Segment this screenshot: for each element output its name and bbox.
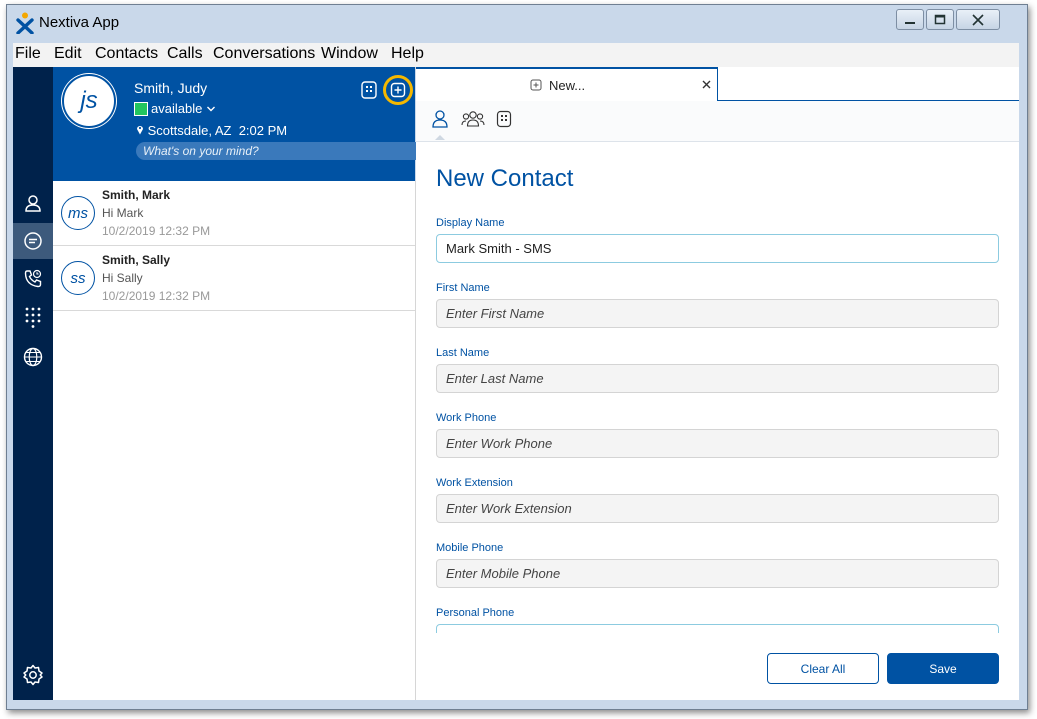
chevron-down-icon <box>206 106 215 112</box>
save-button[interactable]: Save <box>887 653 999 684</box>
contact-type-person-button[interactable] <box>430 109 450 129</box>
work-phone-field[interactable] <box>436 429 999 458</box>
last-name-label: Last Name <box>436 347 490 359</box>
status-indicator <box>134 102 148 116</box>
first-name-label: First Name <box>436 282 490 294</box>
menu-bar: File Edit Contacts Calls Conversations W… <box>13 43 1019 68</box>
mobile-phone-field[interactable] <box>436 559 999 588</box>
status-dropdown[interactable]: available <box>151 101 216 116</box>
conversation-row[interactable]: ss Smith, Sally Hi Sally 10/2/2019 12:32… <box>53 246 415 311</box>
profile-header: js Smith, Judy available Scottsdale, AZ … <box>53 67 449 181</box>
plus-square-icon <box>390 82 406 98</box>
close-icon <box>702 80 711 89</box>
maximize-icon <box>934 14 946 24</box>
building-icon <box>361 81 377 99</box>
page-title: New Contact <box>436 165 574 192</box>
location-pin-icon <box>137 126 143 135</box>
menu-help[interactable]: Help <box>391 45 424 63</box>
location-line: Scottsdale, AZ 2:02 PM <box>136 123 287 138</box>
close-icon <box>972 13 984 26</box>
tab-close-button[interactable] <box>702 76 711 93</box>
conversation-name: Smith, Mark <box>102 188 171 202</box>
work-extension-field[interactable] <box>436 494 999 523</box>
navigation-rail <box>13 67 53 700</box>
rail-contacts-button[interactable] <box>13 185 53 221</box>
menu-edit[interactable]: Edit <box>54 45 82 63</box>
phone-history-icon <box>24 269 42 288</box>
work-phone-label: Work Phone <box>436 412 497 424</box>
contact-type-bar <box>416 101 1019 142</box>
conversation-list: ms Smith, Mark Hi Mark 10/2/2019 12:32 P… <box>53 181 416 700</box>
rail-conversations-button[interactable] <box>13 223 53 259</box>
contact-editor-pane: New... New Contact Display Name First Na… <box>416 67 1019 700</box>
menu-file[interactable]: File <box>15 45 41 63</box>
last-name-field[interactable] <box>436 364 999 393</box>
menu-window[interactable]: Window <box>321 45 378 63</box>
tab-new[interactable]: New... <box>416 67 718 101</box>
conversation-name: Smith, Sally <box>102 253 171 267</box>
tab-label: New... <box>549 78 586 93</box>
clear-all-button[interactable]: Clear All <box>767 653 879 684</box>
location-text: Scottsdale, AZ <box>147 123 232 138</box>
maximize-button[interactable] <box>926 9 954 30</box>
first-name-field[interactable] <box>436 299 999 328</box>
conversation-row[interactable]: ms Smith, Mark Hi Mark 10/2/2019 12:32 P… <box>53 181 415 246</box>
close-window-button[interactable] <box>956 9 1000 30</box>
chat-bubble-icon <box>24 232 42 250</box>
window-title: Nextiva App <box>39 14 120 31</box>
avatar: ss <box>61 261 95 295</box>
display-name-label: Display Name <box>436 217 505 229</box>
avatar[interactable]: js <box>64 76 114 126</box>
profile-name: Smith, Judy <box>134 80 208 96</box>
work-extension-label: Work Extension <box>436 477 513 489</box>
rail-settings-button[interactable] <box>13 657 53 693</box>
conversation-time: 10/2/2019 12:32 PM <box>102 289 211 303</box>
group-icon <box>461 111 485 127</box>
person-icon <box>432 110 448 128</box>
menu-conversations[interactable]: Conversations <box>213 45 315 63</box>
gear-icon <box>23 664 43 686</box>
menu-calls[interactable]: Calls <box>167 45 203 63</box>
minimize-button[interactable] <box>896 9 924 30</box>
local-time: 2:02 PM <box>238 123 288 138</box>
rail-dialpad-button[interactable] <box>13 299 53 335</box>
plus-square-icon <box>530 79 542 91</box>
rail-web-button[interactable] <box>13 339 53 375</box>
personal-phone-label: Personal Phone <box>436 607 515 619</box>
contact-type-group-button[interactable] <box>461 109 485 129</box>
mobile-phone-label: Mobile Phone <box>436 542 504 554</box>
avatar: ms <box>61 196 95 230</box>
title-bar: Nextiva App <box>7 5 1027 39</box>
app-window: Nextiva App File Edit Contacts Calls Con… <box>6 4 1028 710</box>
dialpad-icon <box>25 307 41 328</box>
nextiva-logo-icon <box>16 12 34 34</box>
contact-type-business-button[interactable] <box>495 109 513 129</box>
conversation-message: Hi Sally <box>102 271 143 285</box>
person-icon <box>25 195 41 212</box>
status-label: available <box>151 101 203 116</box>
rail-calls-button[interactable] <box>13 261 53 297</box>
globe-icon <box>23 347 43 367</box>
new-item-button[interactable] <box>383 75 413 105</box>
building-icon <box>496 110 512 128</box>
personal-phone-field[interactable] <box>436 624 999 633</box>
whats-on-your-mind-input[interactable]: What's on your mind? <box>136 142 449 160</box>
menu-contacts[interactable]: Contacts <box>95 45 158 63</box>
conversation-message: Hi Mark <box>102 206 144 220</box>
conversation-time: 10/2/2019 12:32 PM <box>102 224 211 238</box>
directory-button[interactable] <box>359 80 379 100</box>
selected-type-indicator <box>435 135 445 140</box>
minimize-icon <box>905 21 915 24</box>
display-name-field[interactable] <box>436 234 999 263</box>
personal-phone-clip <box>436 624 999 633</box>
